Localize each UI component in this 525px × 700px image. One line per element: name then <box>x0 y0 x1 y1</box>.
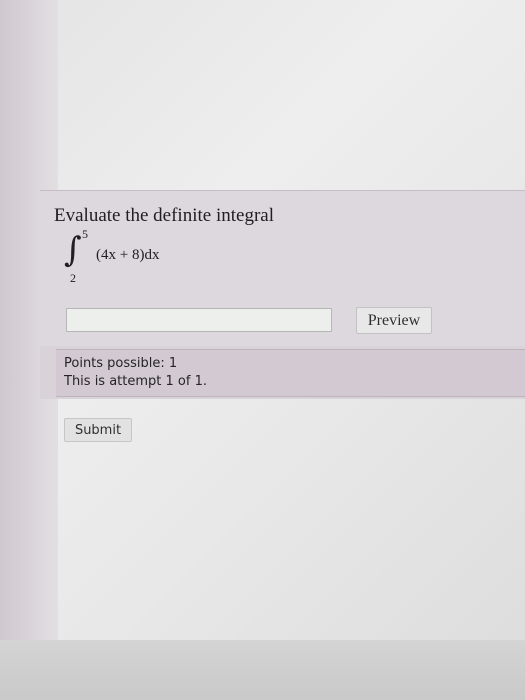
attempt-count: This is attempt 1 of 1. <box>64 374 207 389</box>
integral-sign: ∫ <box>64 230 82 270</box>
integral-lower-limit: 2 <box>70 271 76 285</box>
integral-upper-limit: 5 <box>82 227 88 241</box>
answer-input[interactable] <box>66 308 332 332</box>
question-prompt: Evaluate the definite integral <box>54 205 274 226</box>
integrand: (4x + 8)dx <box>96 247 160 263</box>
attempt-info-box: Points possible: 1 This is attempt 1 of … <box>56 349 525 397</box>
points-possible: Points possible: 1 <box>64 356 178 371</box>
screen-bottom-bezel <box>0 640 525 700</box>
preview-button[interactable]: Preview <box>356 307 432 334</box>
submit-button[interactable]: Submit <box>64 418 132 442</box>
question-area: Evaluate the definite integral ∫ 5 2 (4x… <box>40 191 525 346</box>
question-panel: Evaluate the definite integral ∫ 5 2 (4x… <box>40 190 525 399</box>
